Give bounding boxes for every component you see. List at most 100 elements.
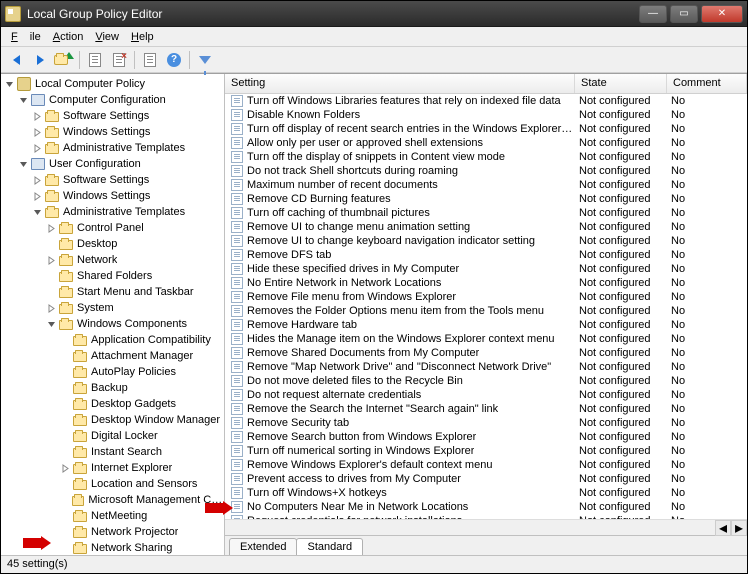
- setting-row[interactable]: Turn off display of recent search entrie…: [225, 122, 747, 136]
- expand-toggle-icon[interactable]: [5, 80, 14, 89]
- setting-row[interactable]: Remove Hardware tabNot configuredNo: [225, 318, 747, 332]
- column-comment[interactable]: Comment: [667, 74, 747, 93]
- help-button[interactable]: ?: [163, 49, 185, 71]
- expand-toggle-icon[interactable]: [33, 192, 42, 201]
- expand-toggle-icon[interactable]: [47, 320, 56, 329]
- horizontal-scrollbar[interactable]: ◂ ▸: [225, 519, 747, 535]
- column-setting[interactable]: Setting: [225, 74, 575, 93]
- tab-standard[interactable]: Standard: [296, 538, 363, 555]
- minimize-button[interactable]: —: [639, 5, 667, 23]
- setting-row[interactable]: Turn off Windows Libraries features that…: [225, 94, 747, 108]
- back-button[interactable]: [5, 49, 27, 71]
- maximize-button[interactable]: ▭: [670, 5, 698, 23]
- setting-row[interactable]: Prevent access to drives from My Compute…: [225, 472, 747, 486]
- expand-toggle-icon[interactable]: [33, 112, 42, 121]
- expand-toggle-icon[interactable]: [47, 256, 56, 265]
- setting-row[interactable]: Remove Shared Documents from My Computer…: [225, 346, 747, 360]
- tree-item[interactable]: Administrative Templates: [1, 140, 224, 156]
- menu-file[interactable]: File: [5, 29, 47, 45]
- tree-item[interactable]: Start Menu and Taskbar: [1, 284, 224, 300]
- expand-toggle-icon[interactable]: [19, 96, 28, 105]
- tree-item[interactable]: Network Sharing: [1, 540, 224, 555]
- title-bar[interactable]: Local Group Policy Editor — ▭ ✕: [1, 1, 747, 27]
- tree-item[interactable]: Digital Locker: [1, 428, 224, 444]
- tree-item[interactable]: Software Settings: [1, 172, 224, 188]
- tree-item[interactable]: Desktop Gadgets: [1, 396, 224, 412]
- setting-row[interactable]: Hide these specified drives in My Comput…: [225, 262, 747, 276]
- export-button[interactable]: [139, 49, 161, 71]
- expand-toggle-icon[interactable]: [33, 144, 42, 153]
- filter-button[interactable]: [194, 49, 216, 71]
- expand-toggle-icon[interactable]: [47, 224, 56, 233]
- tree-item[interactable]: Software Settings: [1, 108, 224, 124]
- expand-toggle-icon[interactable]: [33, 128, 42, 137]
- tree-item[interactable]: Internet Explorer: [1, 460, 224, 476]
- tree-item[interactable]: Backup: [1, 380, 224, 396]
- setting-row[interactable]: No Computers Near Me in Network Location…: [225, 500, 747, 514]
- tree-item[interactable]: User Configuration: [1, 156, 224, 172]
- close-button[interactable]: ✕: [701, 5, 743, 23]
- setting-row[interactable]: No Entire Network in Network LocationsNo…: [225, 276, 747, 290]
- setting-row[interactable]: Remove Windows Explorer's default contex…: [225, 458, 747, 472]
- setting-row[interactable]: Do not track Shell shortcuts during roam…: [225, 164, 747, 178]
- setting-row[interactable]: Turn off caching of thumbnail picturesNo…: [225, 206, 747, 220]
- properties-button[interactable]: [108, 49, 130, 71]
- setting-row[interactable]: Remove Security tabNot configuredNo: [225, 416, 747, 430]
- expand-toggle-icon[interactable]: [19, 160, 28, 169]
- tree-item[interactable]: Windows Settings: [1, 124, 224, 140]
- menu-view[interactable]: View: [89, 29, 125, 45]
- tree-item[interactable]: System: [1, 300, 224, 316]
- expand-toggle-icon[interactable]: [33, 176, 42, 185]
- setting-row[interactable]: Hides the Manage item on the Windows Exp…: [225, 332, 747, 346]
- column-state[interactable]: State: [575, 74, 667, 93]
- up-button[interactable]: [53, 49, 75, 71]
- setting-row[interactable]: Remove UI to change menu animation setti…: [225, 220, 747, 234]
- tree-pane[interactable]: Local Computer PolicyComputer Configurat…: [1, 74, 225, 555]
- tree-item[interactable]: Desktop: [1, 236, 224, 252]
- setting-row[interactable]: Remove "Map Network Drive" and "Disconne…: [225, 360, 747, 374]
- setting-row[interactable]: Remove the Search the Internet "Search a…: [225, 402, 747, 416]
- tree-item[interactable]: Administrative Templates: [1, 204, 224, 220]
- tree-item[interactable]: Application Compatibility: [1, 332, 224, 348]
- setting-row[interactable]: Maximum number of recent documentsNot co…: [225, 178, 747, 192]
- settings-list[interactable]: Turn off Windows Libraries features that…: [225, 94, 747, 519]
- tree-item[interactable]: Instant Search: [1, 444, 224, 460]
- setting-row[interactable]: Remove DFS tabNot configuredNo: [225, 248, 747, 262]
- tree-item[interactable]: Control Panel: [1, 220, 224, 236]
- forward-button[interactable]: [29, 49, 51, 71]
- tree-item[interactable]: NetMeeting: [1, 508, 224, 524]
- expand-toggle-icon[interactable]: [33, 208, 42, 217]
- tab-extended[interactable]: Extended: [229, 538, 297, 555]
- scroll-left-icon[interactable]: ◂: [715, 520, 731, 536]
- tree-item[interactable]: Windows Settings: [1, 188, 224, 204]
- setting-row[interactable]: Removes the Folder Options menu item fro…: [225, 304, 747, 318]
- show-hide-tree-button[interactable]: [84, 49, 106, 71]
- tree-item[interactable]: Location and Sensors: [1, 476, 224, 492]
- tree-item[interactable]: Desktop Window Manager: [1, 412, 224, 428]
- tree-item[interactable]: Windows Components: [1, 316, 224, 332]
- tree-item[interactable]: Microsoft Management Console: [1, 492, 224, 508]
- setting-row[interactable]: Remove CD Burning featuresNot configured…: [225, 192, 747, 206]
- tree-item[interactable]: Shared Folders: [1, 268, 224, 284]
- tree-item[interactable]: Network Projector: [1, 524, 224, 540]
- setting-row[interactable]: Allow only per user or approved shell ex…: [225, 136, 747, 150]
- tree-item[interactable]: Network: [1, 252, 224, 268]
- setting-row[interactable]: Turn off numerical sorting in Windows Ex…: [225, 444, 747, 458]
- setting-row[interactable]: Do not request alternate credentialsNot …: [225, 388, 747, 402]
- setting-row[interactable]: Remove Search button from Windows Explor…: [225, 430, 747, 444]
- expand-toggle-icon[interactable]: [61, 464, 70, 473]
- menu-help[interactable]: Help: [125, 29, 160, 45]
- tree-item[interactable]: Local Computer Policy: [1, 76, 224, 92]
- tree-item[interactable]: Computer Configuration: [1, 92, 224, 108]
- tree-item[interactable]: AutoPlay Policies: [1, 364, 224, 380]
- setting-row[interactable]: Do not move deleted files to the Recycle…: [225, 374, 747, 388]
- menu-action[interactable]: Action: [47, 29, 90, 45]
- setting-row[interactable]: Disable Known FoldersNot configuredNo: [225, 108, 747, 122]
- setting-row[interactable]: Turn off the display of snippets in Cont…: [225, 150, 747, 164]
- scroll-right-icon[interactable]: ▸: [731, 520, 747, 536]
- setting-row[interactable]: Remove UI to change keyboard navigation …: [225, 234, 747, 248]
- tree-item[interactable]: Attachment Manager: [1, 348, 224, 364]
- setting-row[interactable]: Remove File menu from Windows ExplorerNo…: [225, 290, 747, 304]
- expand-toggle-icon[interactable]: [47, 304, 56, 313]
- setting-row[interactable]: Turn off Windows+X hotkeysNot configured…: [225, 486, 747, 500]
